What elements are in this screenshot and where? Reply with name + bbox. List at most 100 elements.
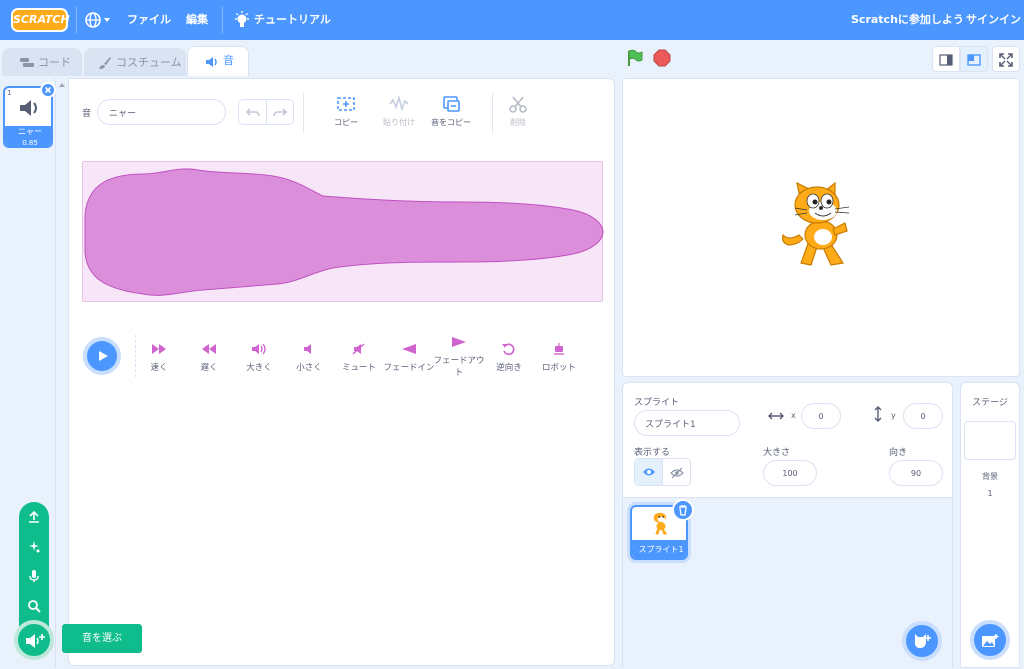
volume-down-icon [304,344,311,354]
add-backdrop-icon [982,634,999,647]
eye-hidden-icon [670,467,684,479]
undo-icon[interactable] [246,107,260,119]
tab-code-label: コード [38,56,71,69]
reverse-icon [502,343,515,355]
copy-button[interactable]: コピー [326,95,366,128]
effect-faster[interactable]: 速く [132,343,186,373]
stage[interactable] [622,78,1020,377]
play-button[interactable] [83,337,121,375]
effect-reverse[interactable]: 逆向き [482,343,536,373]
sprite-info-panel: スプライト x y 表示する 大きさ 向き スプライト1 [622,382,953,669]
effect-reverse-label: 逆向き [496,363,522,373]
show-button[interactable] [635,459,663,485]
paste-label: 貼り付け [383,118,415,127]
size-input[interactable] [763,460,817,486]
waveform-container[interactable] [82,161,604,302]
effect-robot-label: ロボット [541,363,576,373]
small-stage-icon [939,54,953,66]
effect-robot[interactable]: ロボット [532,343,586,373]
show-label: 表示する [634,448,671,458]
effect-slower[interactable]: 遅く [182,343,236,373]
mute-icon [352,343,365,355]
eye-icon [642,468,655,476]
rewind-icon [202,344,216,354]
direction-label: 向き [889,448,908,458]
undo-redo-divider [266,100,267,124]
scratch-logo[interactable]: SCRATCH [11,8,70,32]
play-icon [99,351,108,361]
effect-fade-in[interactable]: フェードイン [382,343,436,373]
green-flag-icon[interactable] [626,49,644,67]
redo-icon[interactable] [273,107,287,119]
sprite-thumbnail-cat [653,512,668,535]
fullscreen-button[interactable] [992,46,1020,72]
copy-to-new-button[interactable]: 音をコピー [429,95,473,128]
sound-name-input[interactable] [97,99,226,125]
scroll-up-icon[interactable] [58,82,66,88]
effect-louder-label: 大きく [246,363,272,373]
effect-softer[interactable]: 小さく [282,343,336,373]
tutorials-menu[interactable]: チュートリアル [234,0,334,40]
tab-code[interactable]: コード [2,48,82,76]
paintbrush-icon [99,57,111,69]
large-stage-icon [967,54,981,66]
large-stage-button[interactable] [960,46,988,72]
x-label: x [791,411,796,420]
small-stage-button[interactable] [932,46,960,72]
y-input[interactable] [903,403,943,429]
waveform [84,168,604,296]
robot-icon [554,343,564,355]
choose-sound-button[interactable] [14,620,54,660]
paste-button[interactable]: 貼り付け [379,95,419,128]
effect-louder[interactable]: 大きく [232,343,286,373]
horizontal-arrows-icon [768,412,784,420]
delete-sound-button[interactable] [40,82,56,98]
tab-sounds-label: 音 [223,54,234,67]
stop-icon[interactable] [653,49,671,67]
size-label: 大きさ [763,448,791,458]
sprite-label: スプライト [634,398,680,408]
search-icon[interactable] [27,599,41,613]
choose-sprite-button[interactable] [902,621,942,661]
direction-input[interactable] [889,460,943,486]
tab-costumes[interactable]: コスチューム [84,48,186,76]
delete-sprite-button[interactable] [672,499,694,521]
add-sound-icon [26,634,45,648]
microphone-icon[interactable] [27,569,41,583]
x-input[interactable] [801,403,841,429]
upload-icon[interactable] [27,510,41,524]
language-button[interactable] [84,0,114,40]
menu-divider [222,6,223,34]
stage-thumbnail[interactable] [964,421,1016,460]
fade-out-icon [452,337,466,347]
tab-sounds[interactable]: 音 [187,46,249,76]
fullscreen-icon [999,53,1013,67]
speaker-icon [206,57,217,67]
globe-icon [85,12,110,28]
delete-button[interactable]: 削除 [498,95,538,128]
stage-selector-panel: ステージ 背景 1 [960,382,1020,668]
surprise-icon[interactable] [27,540,41,554]
hide-button[interactable] [663,459,690,485]
sound-name-label: 音 [82,109,92,119]
sprite-cat-image[interactable] [779,181,863,273]
sound-item-footer: ニャー 0.85 [5,126,51,147]
sign-in-link[interactable]: サインイン [966,0,1021,40]
effect-mute[interactable]: ミュート [332,343,386,373]
scissors-icon [509,96,527,113]
sprite-name-input[interactable] [634,410,740,436]
effect-fade-in-label: フェードイン [383,363,435,373]
effect-slower-label: 遅く [200,363,218,373]
copy-to-new-label: 音をコピー [431,118,471,127]
sound-editor-panel: 音 コピー 貼り付け 音をコピー 削除 速く 遅く [68,78,615,666]
file-menu[interactable]: ファイル [127,0,171,40]
choose-backdrop-button[interactable] [970,620,1010,660]
delete-label: 削除 [510,118,526,127]
sound-item-name: ニャー [18,127,42,136]
join-scratch-link[interactable]: Scratchに参加しよう [851,0,964,40]
effect-fade-out[interactable]: フェードアウト [432,336,486,378]
edit-menu[interactable]: 編集 [186,0,208,40]
menu-divider [76,6,77,34]
sound-item-duration: 0.85 [22,139,38,147]
tab-costumes-label: コスチューム [116,56,182,69]
